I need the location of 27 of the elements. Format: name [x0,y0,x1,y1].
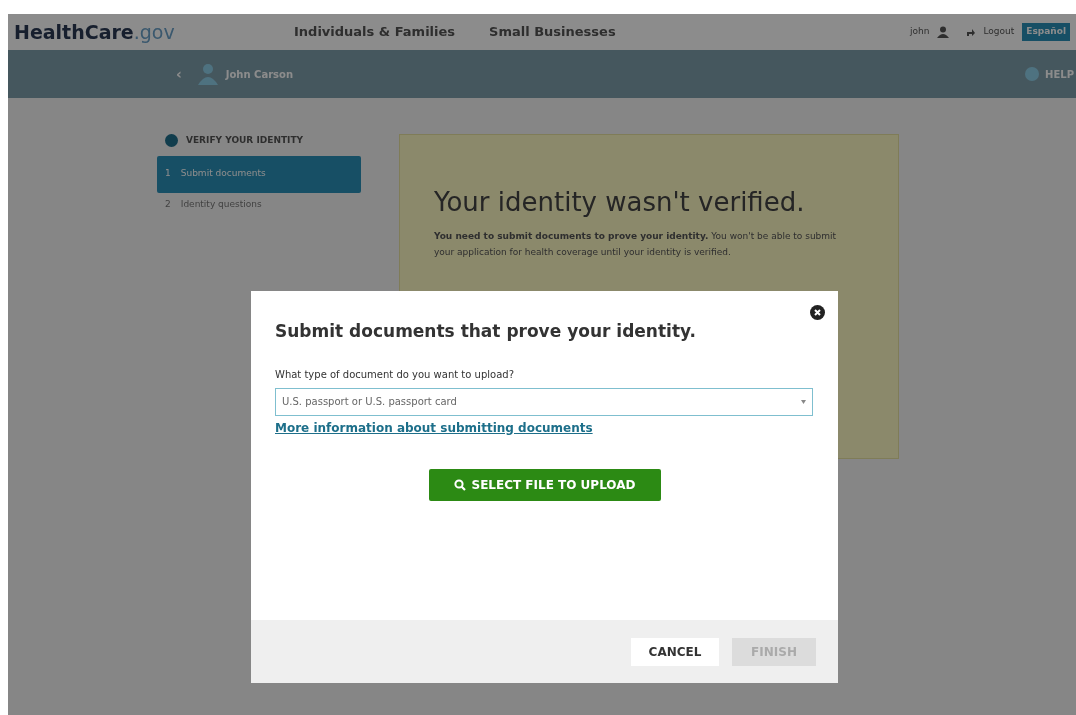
sidebar-title: VERIFY YOUR IDENTITY [186,134,304,147]
nav-link[interactable]: Small Businesses [489,22,616,42]
sidebar-item[interactable]: 2 Identity questions [157,192,361,217]
site-logo[interactable]: HealthCare.gov [14,17,294,47]
username: john [910,25,930,39]
card-text: You need to submit documents to prove your identity. You won't be able to submit your application for health coverage until your identity is verified. [434,230,838,259]
user-name: John Carson [225,67,294,82]
logout-link[interactable]: Logout [983,25,1015,39]
arrow-icon [967,28,976,36]
language-button[interactable]: Español [1022,23,1070,41]
user-icon [937,26,950,38]
search-icon [453,478,466,491]
sidebar-item[interactable]: 1 Submit documents [157,155,361,193]
cancel-button[interactable]: CANCEL [631,637,719,666]
dropdown-icon [801,399,806,404]
help-link[interactable]: HELP [1045,66,1074,82]
upload-button[interactable]: SELECT FILE TO UPLOAD [428,468,661,501]
card-heading: Your identity wasn't verified. [434,186,806,219]
step-icon [165,134,178,148]
nav-link[interactable]: Individuals & Families [294,22,456,42]
field-label: What type of document do you want to upload? [275,367,515,382]
user-icon [197,63,218,85]
close-icon[interactable] [810,305,825,320]
back-button[interactable]: ‹ [176,63,182,85]
dialog-title: Submit documents that prove your identity. [275,320,697,343]
document-type-select[interactable]: U.S. passport or U.S. passport card [275,387,813,416]
info-link[interactable]: More information about submitting documents [275,418,593,437]
